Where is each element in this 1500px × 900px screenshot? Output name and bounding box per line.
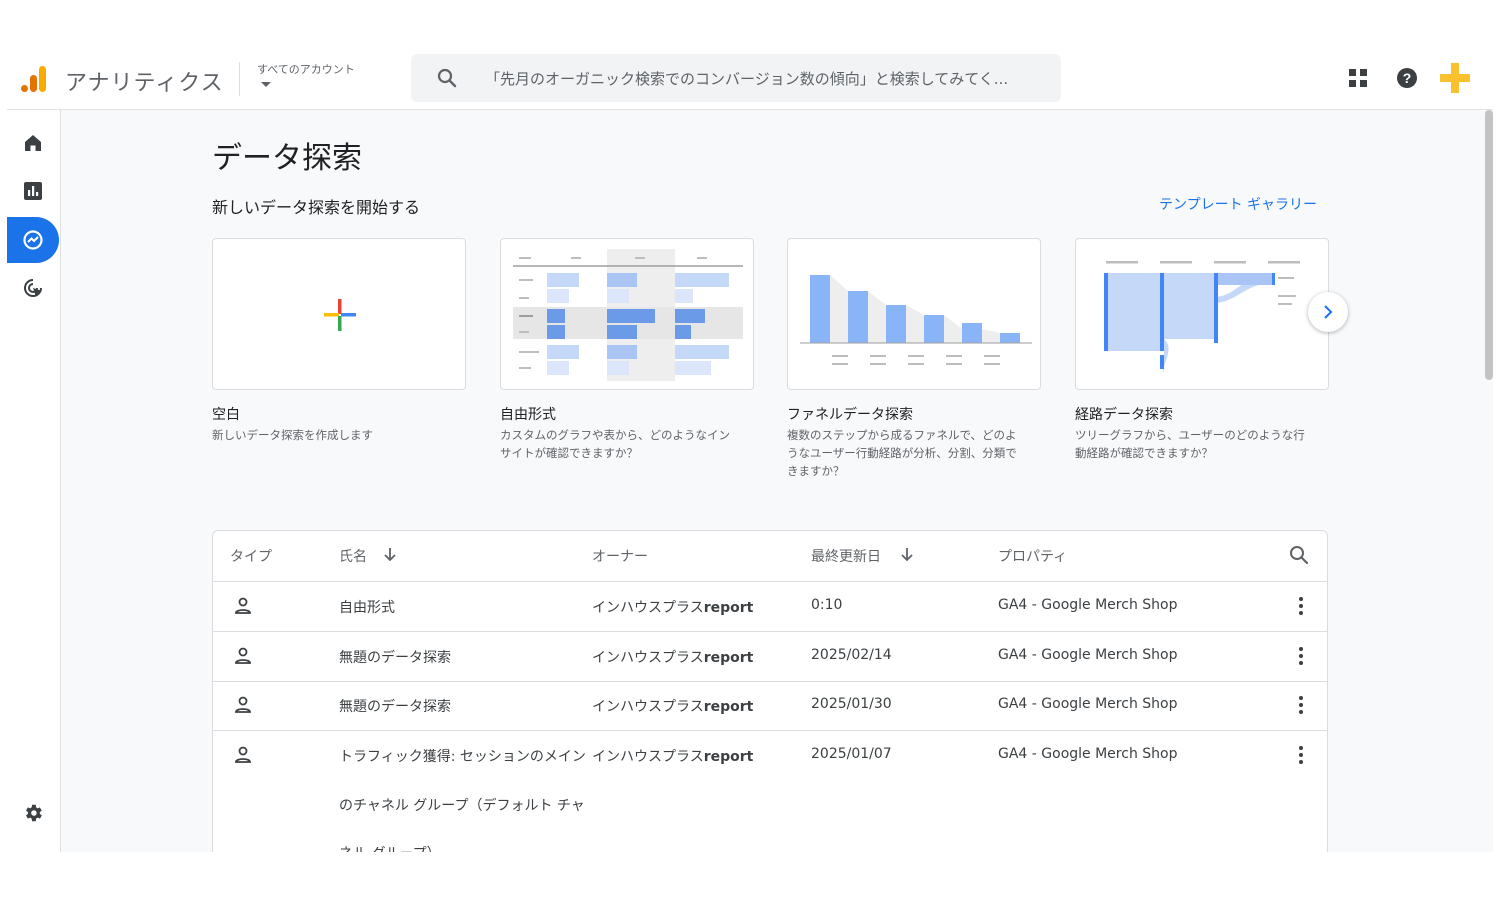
path-thumbnail-icon <box>1104 261 1300 373</box>
search-input[interactable]: 「先月のオーガニック検索でのコンバージョン数の傾向」と検索してみてく... <box>485 68 1008 89</box>
person-icon <box>235 647 251 664</box>
template-card-blank[interactable] <box>212 238 466 390</box>
header-divider <box>239 62 240 96</box>
template-desc: 動経路が確認できますか？ <box>1075 446 1213 460</box>
free-form-thumbnail-icon <box>513 249 743 381</box>
exploration-owner: インハウスプラスreport <box>592 650 754 666</box>
gear-icon <box>26 804 42 822</box>
more-vert-icon[interactable] <box>1289 693 1313 717</box>
app-title: アナリティクス <box>65 71 224 96</box>
row-divider <box>213 730 1327 731</box>
nav-settings[interactable] <box>7 790 59 836</box>
template-desc: 複数のステップから成るファネルで、どのよ <box>787 428 1017 442</box>
exploration-owner: インハウスプラスreport <box>592 699 754 715</box>
left-nav <box>7 110 61 852</box>
exploration-property: GA4 - Google Merch Shop <box>998 597 1178 613</box>
analytics-logo[interactable] <box>19 64 49 94</box>
analytics-app: アナリティクス すべてのアカウント 「先月のオーガニック検索でのコンバージョン数… <box>7 54 1493 852</box>
more-vert-icon[interactable] <box>1289 594 1313 618</box>
nav-advertising[interactable] <box>7 265 59 311</box>
sort-down-icon[interactable] <box>898 545 916 563</box>
explore-icon <box>23 230 43 250</box>
exploration-property: GA4 - Google Merch Shop <box>998 696 1178 712</box>
main-content: データ探索 新しいデータ探索を開始する テンプレート ギャラリー 空白 新しいデ… <box>61 110 1481 852</box>
template-name: ファネルデータ探索 <box>787 407 913 423</box>
search-icon <box>437 68 457 88</box>
funnel-thumbnail-icon <box>800 275 1032 365</box>
search-bar[interactable]: 「先月のオーガニック検索でのコンバージョン数の傾向」と検索してみてく... <box>411 54 1061 102</box>
exploration-property: GA4 - Google Merch Shop <box>998 647 1178 663</box>
exploration-updated: 2025/01/07 <box>811 746 892 762</box>
top-bar: アナリティクス すべてのアカウント 「先月のオーガニック検索でのコンバージョン数… <box>7 54 1493 110</box>
nav-reports[interactable] <box>7 168 59 214</box>
plus-icon <box>324 299 356 331</box>
exploration-name[interactable]: 自由形式 <box>339 597 395 617</box>
row-divider <box>213 681 1327 682</box>
bar-chart-icon <box>24 182 42 200</box>
template-desc: きますか？ <box>787 464 845 478</box>
template-card-funnel[interactable] <box>787 238 1041 390</box>
template-name: 経路データ探索 <box>1075 407 1173 423</box>
account-caret-icon[interactable] <box>261 82 271 87</box>
template-name: 空白 <box>212 407 240 423</box>
exploration-updated: 0:10 <box>811 597 843 613</box>
column-header-updated[interactable]: 最終更新日 <box>811 546 881 566</box>
row-divider <box>213 631 1327 632</box>
account-avatar-icon[interactable] <box>1437 60 1473 96</box>
more-vert-icon[interactable] <box>1289 743 1313 767</box>
account-selector-label[interactable]: すべてのアカウント <box>257 61 355 77</box>
sort-down-icon[interactable] <box>381 545 399 563</box>
carousel-next-button[interactable] <box>1308 292 1348 332</box>
template-desc: サイトが確認できますか？ <box>500 446 638 460</box>
exploration-updated: 2025/02/14 <box>811 647 892 663</box>
apps-grid-icon[interactable] <box>1346 66 1370 90</box>
column-header-property: プロパティ <box>998 549 1068 565</box>
table-search-icon[interactable] <box>1287 543 1311 567</box>
exploration-name[interactable]: トラフィック獲得: セッションのメイン <box>339 746 586 766</box>
exploration-name-line[interactable]: のチャネル グループ（デフォルト チャ <box>339 795 585 815</box>
person-icon <box>235 746 251 763</box>
section-title: 新しいデータ探索を開始する <box>212 198 421 217</box>
exploration-owner: インハウスプラスreport <box>592 600 754 616</box>
help-icon[interactable]: ? <box>1395 66 1419 90</box>
svg-text:?: ? <box>1403 70 1412 86</box>
nav-home[interactable] <box>7 120 59 166</box>
page-scrollbar[interactable] <box>1485 110 1493 380</box>
exploration-owner: インハウスプラスreport <box>592 749 754 765</box>
target-cursor-icon <box>24 279 42 297</box>
explorations-table: タイプ 氏名 オーナー 最終更新日 プロパティ 自由形式 インハウスプラスrep… <box>212 530 1328 852</box>
page-title: データ探索 <box>212 141 362 176</box>
template-desc: 新しいデータ探索を作成します <box>212 428 373 442</box>
template-card-path[interactable] <box>1075 238 1329 390</box>
more-vert-icon[interactable] <box>1289 644 1313 668</box>
exploration-name[interactable]: 無題のデータ探索 <box>339 647 451 667</box>
column-header-owner: オーナー <box>592 549 648 565</box>
template-card-free-form[interactable] <box>500 238 754 390</box>
template-desc: うなユーザー行動経路が分析、分割、分類で <box>787 446 1017 460</box>
person-icon <box>235 696 251 713</box>
template-desc: ツリーグラフから、ユーザーのどのような行 <box>1075 428 1305 442</box>
person-icon <box>235 597 251 614</box>
column-header-type: タイプ <box>230 549 272 565</box>
template-name: 自由形式 <box>500 407 556 423</box>
row-divider <box>213 581 1327 582</box>
chevron-right-icon <box>1324 305 1333 319</box>
template-desc: カスタムのグラフや表から、どのようなイン <box>500 428 730 442</box>
exploration-name[interactable]: 無題のデータ探索 <box>339 696 451 716</box>
exploration-updated: 2025/01/30 <box>811 696 892 712</box>
template-gallery-link[interactable]: テンプレート ギャラリー <box>1159 194 1317 214</box>
nav-explore[interactable] <box>7 217 59 263</box>
home-icon <box>25 135 41 151</box>
exploration-name-line[interactable]: ネル グループ） <box>339 843 441 852</box>
column-header-name[interactable]: 氏名 <box>339 546 367 566</box>
exploration-property: GA4 - Google Merch Shop <box>998 746 1178 762</box>
